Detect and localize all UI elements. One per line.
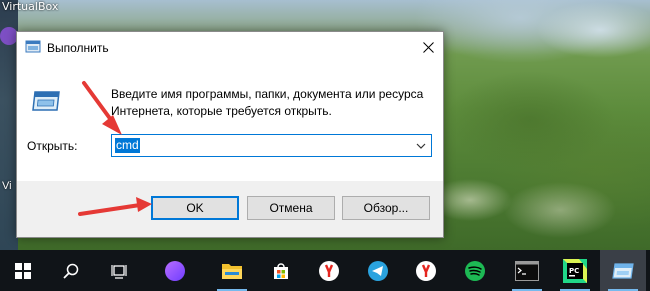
cancel-button[interactable]: Отмена (247, 196, 335, 220)
alice-icon (165, 260, 185, 281)
chevron-down-icon[interactable] (414, 139, 428, 153)
dialog-description: Введите имя программы, папки, документа … (111, 87, 424, 118)
taskbar-telegram[interactable] (355, 250, 401, 291)
run-icon (25, 40, 41, 53)
yandex-icon (416, 260, 436, 281)
browse-button[interactable]: Обзор... (342, 196, 430, 220)
start-button[interactable] (0, 250, 46, 291)
taskbar-store[interactable] (258, 250, 304, 291)
close-icon (422, 41, 434, 53)
folder-icon (222, 263, 242, 279)
task-view-icon (111, 264, 127, 279)
svg-text:PC: PC (569, 267, 579, 275)
taskbar-spotify[interactable] (452, 250, 498, 291)
terminal-icon (515, 260, 539, 281)
spotify-icon (465, 260, 485, 281)
taskbar-pycharm[interactable]: PC (552, 250, 598, 291)
taskbar-explorer[interactable] (209, 250, 255, 291)
taskbar: PC (0, 250, 650, 291)
taskbar-yandex-browser-2[interactable] (403, 250, 449, 291)
taskbar-alice[interactable] (152, 250, 198, 291)
close-button[interactable] (413, 32, 443, 62)
taskbar-yandex-browser[interactable] (306, 250, 352, 291)
dialog-title: Выполнить (47, 41, 109, 55)
open-label: Открыть: (27, 139, 78, 153)
yandex-icon (319, 260, 339, 281)
telegram-icon (368, 260, 388, 281)
background-window-title: VirtualBox (2, 0, 59, 13)
store-icon (274, 262, 288, 279)
combobox-selected-text[interactable]: cmd (115, 138, 140, 153)
task-view-button[interactable] (96, 250, 142, 291)
search-icon (63, 263, 79, 279)
pycharm-icon: PC (563, 258, 587, 283)
dialog-titlebar[interactable]: Выполнить (17, 32, 443, 62)
search-button[interactable] (48, 250, 94, 291)
run-program-icon (32, 91, 60, 111)
desktop-icon-label: Vi (2, 180, 12, 192)
run-icon (612, 262, 634, 279)
taskbar-run[interactable] (600, 250, 646, 291)
taskbar-terminal[interactable] (504, 250, 550, 291)
ok-button[interactable]: OK (151, 196, 239, 220)
run-dialog: Выполнить Введите имя программы, папки, … (16, 31, 444, 238)
dialog-button-bar: OK Отмена Обзор... (17, 181, 443, 237)
open-combobox[interactable]: cmd (111, 134, 432, 157)
windows-icon (15, 262, 31, 279)
